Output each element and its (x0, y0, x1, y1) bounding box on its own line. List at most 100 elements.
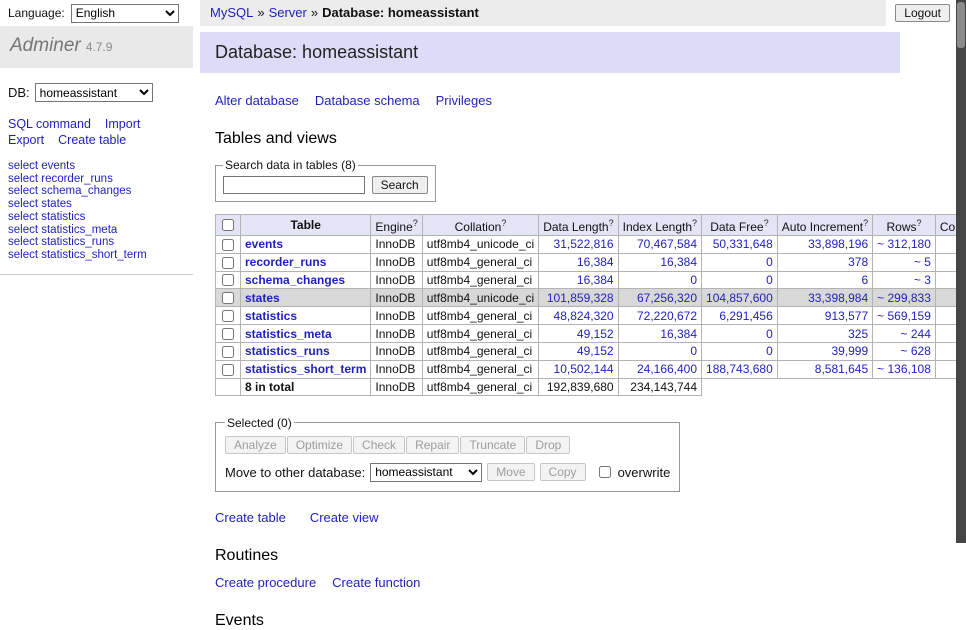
data-length-link[interactable]: 10,502,144 (554, 362, 614, 376)
column-help-link[interactable]: ? (917, 218, 922, 228)
index-length-link[interactable]: 24,166,400 (637, 362, 697, 376)
data-length-link[interactable]: 16,384 (577, 273, 614, 287)
row-checkbox-statistics-runs[interactable] (222, 346, 234, 358)
table-link-recorder-runs[interactable]: recorder_runs (245, 255, 326, 269)
data-length-link[interactable]: 49,152 (577, 327, 614, 341)
data-free-link[interactable]: 104,857,600 (706, 291, 773, 305)
row-checkbox-recorder-runs[interactable] (222, 257, 234, 269)
index-length-link[interactable]: 0 (690, 273, 697, 287)
auto-increment-link[interactable]: 913,577 (825, 309, 868, 323)
auto-increment-link[interactable]: 378 (848, 255, 868, 269)
table-link-statistics-meta[interactable]: statistics_meta (245, 327, 332, 341)
column-help-link[interactable]: ? (764, 218, 769, 228)
sidebar-link-export[interactable]: Export (8, 133, 44, 147)
scrollbar[interactable] (956, 0, 966, 543)
db-select[interactable]: homeassistant (35, 83, 153, 102)
create-link-create-table[interactable]: Create table (215, 510, 286, 525)
rows-link[interactable]: ~ 628 (901, 344, 931, 358)
data-length-link[interactable]: 101,859,328 (547, 291, 614, 305)
data-free-link[interactable]: 50,331,648 (713, 237, 773, 251)
auto-increment-link[interactable]: 325 (848, 327, 868, 341)
routine-link-create-function[interactable]: Create function (332, 575, 420, 590)
analyze-button[interactable]: Analyze (225, 436, 286, 454)
index-length-link[interactable]: 0 (690, 344, 697, 358)
index-length-link[interactable]: 70,467,584 (637, 237, 697, 251)
data-free-link[interactable]: 0 (766, 344, 773, 358)
sidebar-table-link-select-statistics-short-term[interactable]: select statistics_short_term (8, 249, 185, 262)
sidebar-table-link-select-statistics[interactable]: select statistics (8, 211, 185, 224)
breadcrumb-item-mysql[interactable]: MySQL (210, 5, 253, 20)
search-input[interactable] (223, 176, 365, 194)
row-checkbox-events[interactable] (222, 239, 234, 251)
index-length-link[interactable]: 72,220,672 (637, 309, 697, 323)
nav-link-privileges[interactable]: Privileges (436, 93, 492, 108)
create-link-create-view[interactable]: Create view (310, 510, 379, 525)
column-help-link[interactable]: ? (413, 218, 418, 228)
rows-link[interactable]: ~ 299,833 (877, 291, 931, 305)
auto-increment-link[interactable]: 33,398,984 (808, 291, 868, 305)
truncate-button[interactable]: Truncate (460, 436, 525, 454)
row-checkbox-statistics-short-term[interactable] (222, 364, 234, 376)
row-checkbox-statistics-meta[interactable] (222, 328, 234, 340)
column-help-link[interactable]: ? (692, 218, 697, 228)
rows-link[interactable]: ~ 3 (914, 273, 931, 287)
table-link-events[interactable]: events (245, 237, 283, 251)
nav-link-database-schema[interactable]: Database schema (315, 93, 420, 108)
table-link-schema-changes[interactable]: schema_changes (245, 273, 345, 287)
data-free-link[interactable]: 0 (766, 273, 773, 287)
table-link-states[interactable]: states (245, 291, 280, 305)
data-free-link[interactable]: 0 (766, 327, 773, 341)
copy-button[interactable]: Copy (540, 463, 586, 481)
column-help-link[interactable]: ? (609, 218, 614, 228)
rows-link[interactable]: ~ 5 (914, 255, 931, 269)
overwrite-checkbox[interactable] (599, 466, 611, 478)
sidebar-link-import[interactable]: Import (105, 117, 140, 131)
scrollbar-thumb[interactable] (957, 2, 965, 48)
move-button[interactable]: Move (487, 463, 534, 481)
data-length-link[interactable]: 48,824,320 (554, 309, 614, 323)
sidebar-table-link-select-schema-changes[interactable]: select schema_changes (8, 185, 185, 198)
index-length-link[interactable]: 16,384 (660, 255, 697, 269)
data-length-link[interactable]: 49,152 (577, 344, 614, 358)
rows-link[interactable]: ~ 312,180 (877, 237, 931, 251)
rows-link[interactable]: ~ 244 (901, 327, 931, 341)
row-checkbox-statistics[interactable] (222, 310, 234, 322)
breadcrumb-item-server[interactable]: Server (269, 5, 307, 20)
brand-link[interactable]: Adminer (10, 35, 81, 56)
move-db-select[interactable]: homeassistant (370, 463, 482, 482)
search-button[interactable]: Search (372, 176, 428, 194)
sidebar-table-link-select-statistics-runs[interactable]: select statistics_runs (8, 236, 185, 249)
sidebar-table-link-select-events[interactable]: select events (8, 160, 185, 173)
optimize-button[interactable]: Optimize (287, 436, 352, 454)
data-free-link[interactable]: 188,743,680 (706, 362, 773, 376)
auto-increment-link[interactable]: 8,581,645 (815, 362, 868, 376)
data-free-link[interactable]: 6,291,456 (719, 309, 772, 323)
row-checkbox-states[interactable] (222, 292, 234, 304)
table-link-statistics-runs[interactable]: statistics_runs (245, 344, 330, 358)
sidebar-link-sql-command[interactable]: SQL command (8, 117, 91, 131)
logout-button[interactable]: Logout (895, 4, 950, 22)
sidebar-link-create-table[interactable]: Create table (58, 133, 126, 147)
table-link-statistics-short-term[interactable]: statistics_short_term (245, 362, 366, 376)
check-button[interactable]: Check (353, 436, 405, 454)
auto-increment-link[interactable]: 33,898,196 (808, 237, 868, 251)
table-link-statistics[interactable]: statistics (245, 309, 297, 323)
language-select[interactable]: English (71, 4, 179, 23)
sidebar-table-link-select-states[interactable]: select states (8, 198, 185, 211)
column-help-link[interactable]: ? (863, 218, 868, 228)
select-all-checkbox[interactable] (222, 219, 234, 231)
sidebar-table-link-select-statistics-meta[interactable]: select statistics_meta (8, 224, 185, 237)
index-length-link[interactable]: 16,384 (660, 327, 697, 341)
drop-button[interactable]: Drop (526, 436, 570, 454)
data-length-link[interactable]: 31,522,816 (554, 237, 614, 251)
rows-link[interactable]: ~ 569,159 (877, 309, 931, 323)
auto-increment-link[interactable]: 6 (861, 273, 868, 287)
row-checkbox-schema-changes[interactable] (222, 274, 234, 286)
auto-increment-link[interactable]: 39,999 (831, 344, 868, 358)
data-free-link[interactable]: 0 (766, 255, 773, 269)
repair-button[interactable]: Repair (406, 436, 459, 454)
index-length-link[interactable]: 67,256,320 (637, 291, 697, 305)
sidebar-table-link-select-recorder-runs[interactable]: select recorder_runs (8, 173, 185, 186)
rows-link[interactable]: ~ 136,108 (877, 362, 931, 376)
data-length-link[interactable]: 16,384 (577, 255, 614, 269)
